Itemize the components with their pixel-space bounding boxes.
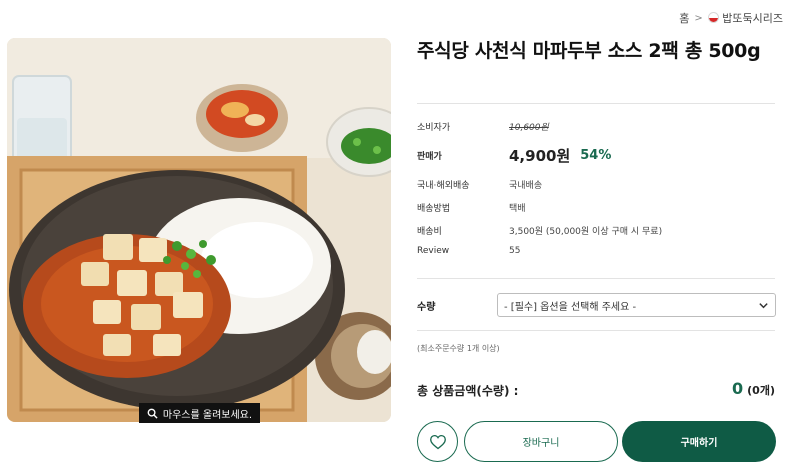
- chevron-down-icon: [759, 303, 768, 309]
- breadcrumb-category-label: 밥또둑시리즈: [722, 12, 783, 25]
- shipping-region-label: 국내·해외배송: [417, 181, 470, 191]
- shipping-method-row: 배송방법 택배: [417, 201, 775, 214]
- wishlist-button[interactable]: [417, 421, 458, 462]
- shipping-region-row: 국내·해외배송 국내배송: [417, 178, 775, 191]
- option-select-value: - [필수] 옵션을 선택해 주세요 -: [504, 301, 637, 313]
- shipping-region-value: 국내배송: [509, 181, 543, 191]
- consumer-price-label: 소비자가: [417, 123, 451, 133]
- flag-icon: [707, 12, 719, 23]
- divider: [417, 103, 775, 104]
- search-icon: [147, 408, 158, 419]
- zoom-hint-label: 마우스를 올려보세요.: [162, 409, 253, 421]
- sale-price-label: 판매가: [417, 152, 442, 162]
- add-to-cart-button[interactable]: 장바구니: [464, 421, 618, 462]
- divider: [417, 330, 775, 331]
- buy-now-button[interactable]: 구매하기: [622, 421, 776, 462]
- breadcrumb-category[interactable]: 밥또둑시리즈: [707, 10, 783, 26]
- review-row: Review 55: [417, 246, 775, 256]
- shipping-fee-value: 3,500원 (50,000원 이상 구매 시 무료): [509, 227, 663, 237]
- discount-badge: 54%: [580, 148, 612, 163]
- shipping-method-value: 택배: [509, 204, 526, 214]
- total-amount: 0: [732, 379, 744, 398]
- total-count: (0개): [747, 384, 775, 397]
- minimum-order-note: (최소주문수량 1개 이상): [417, 344, 500, 353]
- total-value: 0 (0개): [732, 379, 775, 398]
- consumer-price-row: 소비자가 10,600원: [417, 120, 775, 133]
- total-label: 총 상품금액(수량) :: [417, 384, 519, 398]
- divider: [417, 278, 775, 279]
- shipping-fee-row: 배송비 3,500원 (50,000원 이상 구매 시 무료): [417, 224, 775, 237]
- review-label: Review: [417, 246, 450, 256]
- product-image[interactable]: [7, 38, 391, 422]
- breadcrumb-home[interactable]: 홈: [679, 10, 689, 26]
- sale-price-value: 4,900원: [509, 147, 571, 165]
- zoom-hint: 마우스를 올려보세요.: [139, 403, 260, 423]
- product-photo-illustration: [7, 38, 391, 422]
- review-count[interactable]: 55: [509, 246, 520, 256]
- heart-icon: [429, 434, 446, 449]
- shipping-fee-label: 배송비: [417, 227, 442, 237]
- option-select[interactable]: - [필수] 옵션을 선택해 주세요 -: [497, 293, 776, 317]
- breadcrumb-separator: >: [694, 12, 703, 24]
- consumer-price-value: 10,600원: [509, 123, 549, 133]
- quantity-label: 수량: [417, 302, 436, 313]
- breadcrumb: 홈 > 밥또둑시리즈: [679, 10, 783, 26]
- sale-price-row: 판매가 4,900원 54%: [417, 145, 775, 166]
- shipping-method-label: 배송방법: [417, 204, 451, 214]
- page-title: 주식당 사천식 마파두부 소스 2팩 총 500g: [417, 40, 761, 62]
